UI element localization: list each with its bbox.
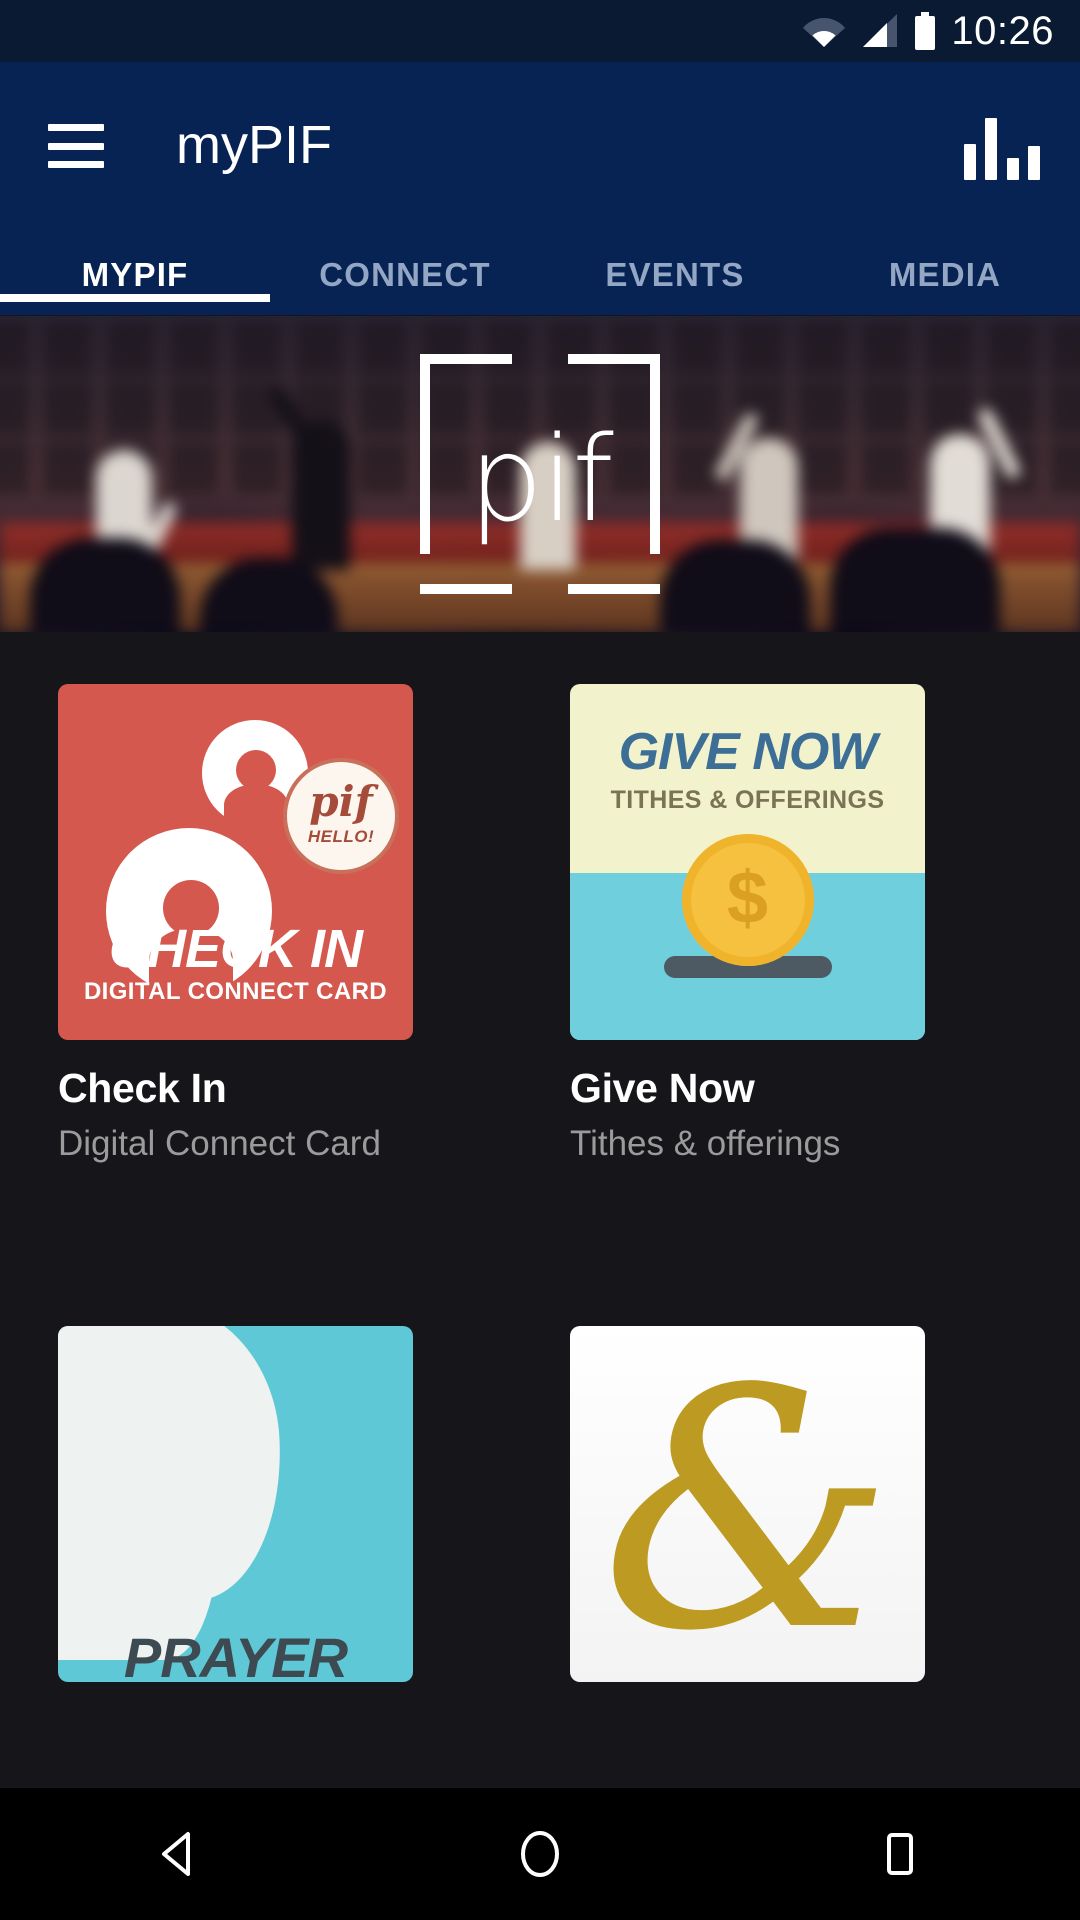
check-in-tile[interactable]: pif HELLO! CHECK IN DIGITAL CONNECT CARD — [58, 684, 413, 1040]
pif-logo: pif — [420, 354, 660, 594]
check-in-description: Digital Connect Card — [58, 1123, 381, 1163]
give-now-tile-subtitle: TITHES & OFFERINGS — [610, 786, 885, 814]
check-in-tile-title: CHECK IN — [108, 919, 363, 979]
check-in-tile-subtitle: DIGITAL CONNECT CARD — [83, 978, 388, 1005]
prayer-tile[interactable]: PRAYER — [58, 1326, 413, 1683]
battery-icon — [915, 12, 936, 50]
hero-banner[interactable]: pif — [0, 316, 1080, 632]
coin-icon: $ — [681, 834, 814, 966]
give-now-tile-title: GIVE NOW — [618, 723, 878, 781]
card-prayer[interactable]: PRAYER — [58, 1326, 413, 1788]
ampersand-icon: & — [600, 1326, 895, 1683]
pif-logo-text: pif — [468, 409, 613, 548]
bar-chart-icon[interactable] — [964, 114, 1040, 180]
badge-secondary-text: HELLO! — [307, 827, 375, 846]
recents-icon[interactable] — [840, 1788, 960, 1920]
hamburger-menu-icon[interactable] — [48, 124, 104, 168]
back-icon[interactable] — [120, 1788, 240, 1920]
status-bar-clock: 10:26 — [951, 9, 1054, 53]
app-bar: myPIF — [0, 62, 1080, 252]
give-now-label: Give Now — [570, 1065, 755, 1111]
give-now-tile[interactable]: GIVE NOW TITHES & OFFERINGS $ — [570, 684, 925, 1040]
cellular-signal-icon — [863, 14, 898, 47]
tab-events[interactable]: EVENTS — [540, 252, 810, 294]
status-bar: 10:26 — [0, 0, 1080, 62]
coin-symbol: $ — [726, 856, 769, 939]
badge-primary-text: pif — [309, 777, 373, 826]
praying-hands-icon-secondary — [58, 1420, 218, 1661]
wifi-icon — [803, 18, 846, 47]
page-title: myPIF — [176, 115, 332, 175]
feature-card-grid: pif HELLO! CHECK IN DIGITAL CONNECT CARD… — [0, 632, 1080, 1788]
tab-media[interactable]: MEDIA — [810, 252, 1080, 294]
android-nav-bar — [0, 1788, 1080, 1920]
pif-hello-badge: pif HELLO! — [283, 758, 399, 874]
give-now-description: Tithes & offerings — [570, 1123, 841, 1163]
home-icon[interactable] — [480, 1788, 600, 1920]
card-check-in[interactable]: pif HELLO! CHECK IN DIGITAL CONNECT CARD… — [58, 684, 413, 1270]
tab-mypif[interactable]: MYPIF — [0, 252, 270, 302]
card-give-now[interactable]: GIVE NOW TITHES & OFFERINGS $ Give Now T… — [570, 684, 925, 1270]
ampersand-tile[interactable]: & — [570, 1326, 925, 1683]
check-in-label: Check In — [58, 1065, 227, 1111]
tab-bar: MYPIF CONNECT EVENTS MEDIA — [0, 252, 1080, 315]
prayer-tile-title: PRAYER — [123, 1626, 348, 1683]
card-ampersand[interactable]: & — [570, 1326, 925, 1788]
phone-screen: 10:26 myPIF MYPIF CONNECT EVENTS MEDIA p… — [0, 0, 1080, 1920]
tab-connect[interactable]: CONNECT — [270, 252, 540, 294]
